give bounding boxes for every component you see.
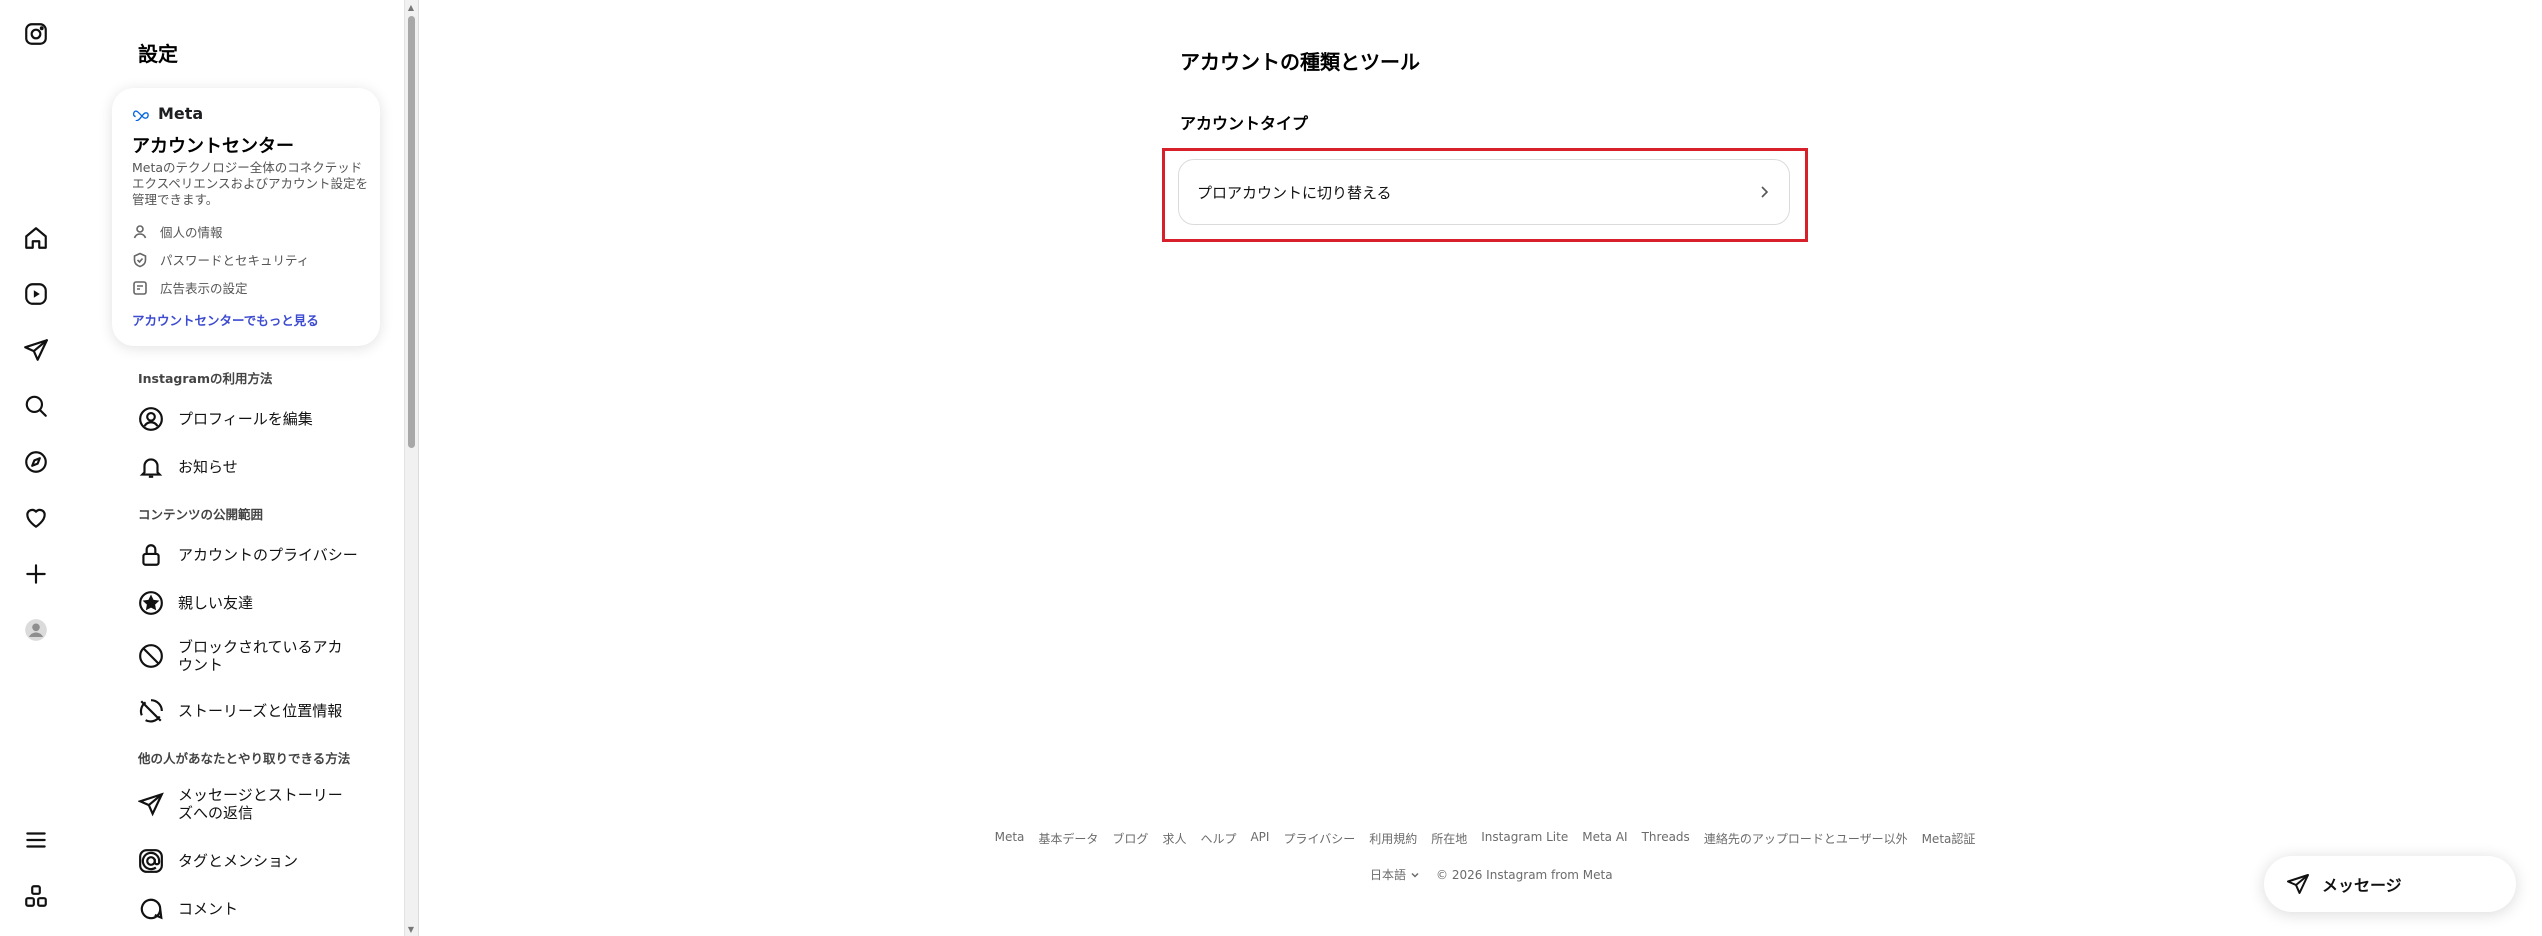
meta-infinity-icon [132,109,149,121]
meta-apps-icon[interactable] [22,882,50,910]
footer-link-jobs[interactable]: 求人 [1162,830,1186,847]
sidebar-item-story-location[interactable]: ストーリーズと位置情報 [138,698,414,724]
footer-link-meta[interactable]: Meta [995,830,1025,847]
profile-avatar-icon[interactable] [22,616,50,644]
sidebar-item-notifications[interactable]: お知らせ [138,454,414,480]
home-icon[interactable] [22,224,50,252]
meta-logo: Meta [132,104,203,123]
sidebar-item-edit-profile[interactable]: プロフィールを編集 [138,406,414,432]
star-circle-icon [139,591,163,615]
app-root: 設定 Meta アカウントセンター Metaのテクノロジー全体のコネクテッドエク… [0,0,2542,936]
meta-brand-text: Meta [158,104,204,123]
account-center-item-security[interactable]: パスワードとセキュリティ [132,250,309,269]
sidebar-item-messages-replies[interactable]: メッセージとストーリーズへの返信 [138,786,414,822]
footer-link-api[interactable]: API [1250,830,1269,847]
page-title: アカウントの種類とツール [1180,50,1420,74]
story-off-icon [139,699,163,723]
chevron-right-icon [1761,186,1769,198]
search-icon[interactable] [22,392,50,420]
sidebar-item-label: プロフィールを編集 [178,410,313,428]
footer-link-about[interactable]: 基本データ [1038,830,1098,847]
left-nav-rail [0,0,72,936]
direct-message-icon [138,792,164,817]
settings-sidebar: 設定 Meta アカウントセンター Metaのテクノロジー全体のコネクテッドエク… [96,0,414,936]
account-center-item-personal[interactable]: 個人の情報 [132,222,223,241]
at-sign-icon [139,849,163,873]
sidebar-item-label: タグとメンション [178,852,299,870]
account-center-card[interactable]: Meta アカウントセンター Metaのテクノロジー全体のコネクテッドエクスペリ… [112,88,380,346]
footer-links: Meta 基本データ ブログ 求人 ヘルプ API プライバシー 利用規約 所在… [990,830,1980,847]
footer-link-help[interactable]: ヘルプ [1200,830,1236,847]
footer-link-threads[interactable]: Threads [1642,830,1690,847]
account-center-more-link[interactable]: アカウントセンターでもっと見る [132,310,319,329]
language-label: 日本語 [1370,868,1407,882]
account-center-item-label: パスワードとセキュリティ [160,253,310,268]
comment-icon [140,898,163,920]
section-header-visibility: コンテンツの公開範囲 [138,507,264,522]
sidebar-scrollbar-thumb[interactable] [408,16,415,448]
direct-message-icon[interactable] [22,336,50,364]
sidebar-item-blocked[interactable]: ブロックされているアカウント [138,638,414,674]
block-icon [139,644,163,668]
footer-link-terms[interactable]: 利用規約 [1369,830,1417,847]
person-icon [133,224,147,238]
sidebar-item-label: コメント [178,900,239,918]
create-plus-icon[interactable] [22,560,50,588]
footer-link-meta-ai[interactable]: Meta AI [1582,830,1627,847]
sidebar-item-close-friends[interactable]: 親しい友達 [138,590,414,616]
scroll-up-arrow-icon[interactable]: ▲ [406,2,416,12]
account-center-title: アカウントセンター [132,136,294,157]
section-header-interaction: 他の人があなたとやり取りできる方法 [138,751,351,766]
instagram-logo-icon[interactable] [22,20,50,48]
scroll-down-arrow-icon[interactable]: ▼ [406,924,416,934]
account-center-item-label: 広告表示の設定 [160,281,248,296]
footer-link-meta-verified[interactable]: Meta認証 [1922,830,1976,847]
sidebar-item-label: メッセージとストーリーズへの返信 [178,786,343,822]
footer-link-instagram-lite[interactable]: Instagram Lite [1481,830,1568,847]
account-center-item-label: 個人の情報 [160,225,223,240]
footer-link-locations[interactable]: 所在地 [1431,830,1467,847]
copyright-text: © 2026 Instagram from Meta [1436,867,1613,882]
switch-to-professional-label: プロアカウントに切り替える [1197,183,1392,202]
messages-button[interactable]: メッセージ [2264,856,2516,912]
shield-check-icon [133,252,147,267]
section-header-usage: Instagramの利用方法 [138,371,273,386]
language-selector[interactable]: 日本語 [1370,866,1420,883]
sidebar-item-tags-mentions[interactable]: タグとメンション [138,848,414,874]
sidebar-item-label: 親しい友達 [178,594,254,612]
footer-link-contact-upload[interactable]: 連絡先のアップロードとユーザー以外 [1704,830,1908,847]
sidebar-item-label: ストーリーズと位置情報 [178,702,343,720]
ad-icon [133,280,147,295]
settings-title: 設定 [138,42,178,66]
messages-button-label: メッセージ [2322,876,2402,895]
reels-icon[interactable] [22,280,50,308]
footer-link-blog[interactable]: ブログ [1112,830,1148,847]
sidebar-item-comments[interactable]: コメント [138,896,414,922]
explore-icon[interactable] [22,448,50,476]
sidebar-item-account-privacy[interactable]: アカウントのプライバシー [138,542,414,568]
sidebar-item-label: お知らせ [178,458,238,476]
sidebar-divider [418,0,419,936]
lock-icon [142,544,160,566]
account-center-description: Metaのテクノロジー全体のコネクテッドエクスペリエンスおよびアカウント設定を管… [132,160,369,207]
bell-icon [139,458,163,478]
account-center-item-ads[interactable]: 広告表示の設定 [132,278,248,297]
switch-to-professional-button[interactable]: プロアカウントに切り替える [1178,159,1790,225]
heart-icon[interactable] [22,504,50,532]
direct-message-icon [2287,874,2309,894]
chevron-down-icon [1411,872,1419,878]
sidebar-item-label: ブロックされているアカウント [178,638,343,674]
section-subtitle: アカウントタイプ [1180,114,1309,133]
footer-link-privacy[interactable]: プライバシー [1283,830,1355,847]
footer-bottom: 日本語 © 2026 Instagram from Meta [1370,866,1613,883]
menu-hamburger-icon[interactable] [22,826,50,854]
sidebar-item-label: アカウントのプライバシー [178,546,358,564]
profile-circle-icon [139,407,163,431]
